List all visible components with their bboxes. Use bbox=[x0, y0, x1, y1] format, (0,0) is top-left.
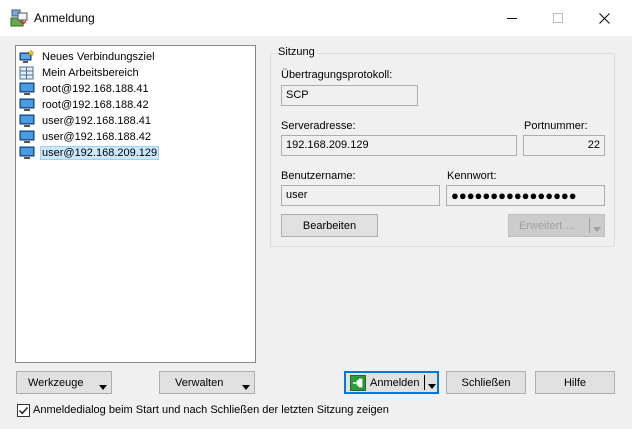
login-icon bbox=[350, 374, 366, 391]
tree-item-site[interactable]: root@192.168.188.42 bbox=[19, 97, 151, 113]
tree-item-label: root@192.168.188.42 bbox=[42, 99, 149, 111]
protocol-label: Übertragungsprotokoll: bbox=[281, 69, 393, 81]
session-group-title: Sitzung bbox=[276, 46, 317, 58]
minimize-icon bbox=[507, 18, 517, 19]
chevron-down-icon bbox=[99, 381, 107, 393]
tree-item-site[interactable]: user@192.168.188.42 bbox=[19, 129, 153, 145]
show-login-checkbox[interactable] bbox=[17, 404, 30, 417]
chevron-down-icon[interactable] bbox=[428, 380, 436, 392]
protocol-select[interactable]: SCP bbox=[281, 85, 418, 106]
tree-item-site-selected[interactable]: user@192.168.209.129 bbox=[19, 145, 160, 161]
maximize-icon bbox=[553, 13, 563, 23]
chevron-down-icon bbox=[242, 381, 250, 393]
tree-item-label: user@192.168.188.42 bbox=[42, 131, 152, 143]
tree-item-label: user@192.168.188.41 bbox=[42, 115, 152, 127]
host-label: Serveradresse: bbox=[281, 120, 356, 132]
help-button[interactable]: Hilfe bbox=[535, 371, 615, 394]
manage-menu-button[interactable]: Verwalten bbox=[159, 371, 255, 394]
new-site-icon bbox=[19, 49, 35, 64]
advanced-split-button[interactable]: Erweitert ... bbox=[508, 214, 605, 237]
tree-item-workspace[interactable]: Mein Arbeitsbereich bbox=[19, 65, 141, 81]
tree-item-site[interactable]: user@192.168.188.41 bbox=[19, 113, 153, 129]
chevron-down-icon[interactable] bbox=[593, 223, 601, 235]
tree-item-label: Mein Arbeitsbereich bbox=[42, 67, 139, 79]
computer-icon bbox=[19, 98, 35, 112]
password-label: Kennwort: bbox=[447, 170, 497, 182]
tree-item-label: user@192.168.209.129 bbox=[40, 146, 160, 160]
computer-icon bbox=[19, 114, 35, 128]
login-button-label: Anmelden bbox=[370, 376, 420, 389]
site-tree[interactable]: Neues Verbindungsziel Mein Arbeitsbereic… bbox=[15, 45, 256, 363]
advanced-button-label: Erweitert ... bbox=[519, 219, 575, 232]
window-title: Anmeldung bbox=[34, 11, 95, 25]
username-input[interactable]: user bbox=[281, 185, 440, 206]
tools-button-label: Werkzeuge bbox=[28, 376, 84, 389]
password-input[interactable]: ●●●●●●●●●●●●●●●● bbox=[446, 185, 605, 206]
computer-icon bbox=[19, 130, 35, 144]
workspace-icon bbox=[19, 66, 35, 80]
tree-item-new-site[interactable]: Neues Verbindungsziel bbox=[19, 49, 157, 65]
login-split-button[interactable]: Anmelden bbox=[344, 371, 439, 394]
tree-item-label: Neues Verbindungsziel bbox=[42, 51, 155, 63]
minimize-button[interactable] bbox=[489, 0, 535, 36]
tree-item-site[interactable]: root@192.168.188.41 bbox=[19, 81, 151, 97]
tools-menu-button[interactable]: Werkzeuge bbox=[16, 371, 112, 394]
close-button[interactable]: Schließen bbox=[446, 371, 526, 394]
port-label: Portnummer: bbox=[524, 120, 588, 132]
edit-button[interactable]: Bearbeiten bbox=[281, 214, 378, 237]
computer-icon bbox=[19, 146, 35, 160]
winscp-app-icon bbox=[10, 9, 28, 27]
close-icon bbox=[598, 12, 610, 24]
tree-item-label: root@192.168.188.41 bbox=[42, 83, 149, 95]
port-input[interactable]: 22 bbox=[523, 135, 605, 156]
username-label: Benutzername: bbox=[281, 170, 356, 182]
manage-button-label: Verwalten bbox=[175, 376, 224, 389]
computer-icon bbox=[19, 82, 35, 96]
close-window-button[interactable] bbox=[581, 0, 627, 36]
show-login-checkbox-label[interactable]: Anmeldedialog beim Start und nach Schlie… bbox=[33, 404, 389, 416]
host-input[interactable]: 192.168.209.129 bbox=[281, 135, 517, 156]
checkmark-icon bbox=[18, 406, 29, 415]
maximize-button[interactable] bbox=[535, 0, 581, 36]
